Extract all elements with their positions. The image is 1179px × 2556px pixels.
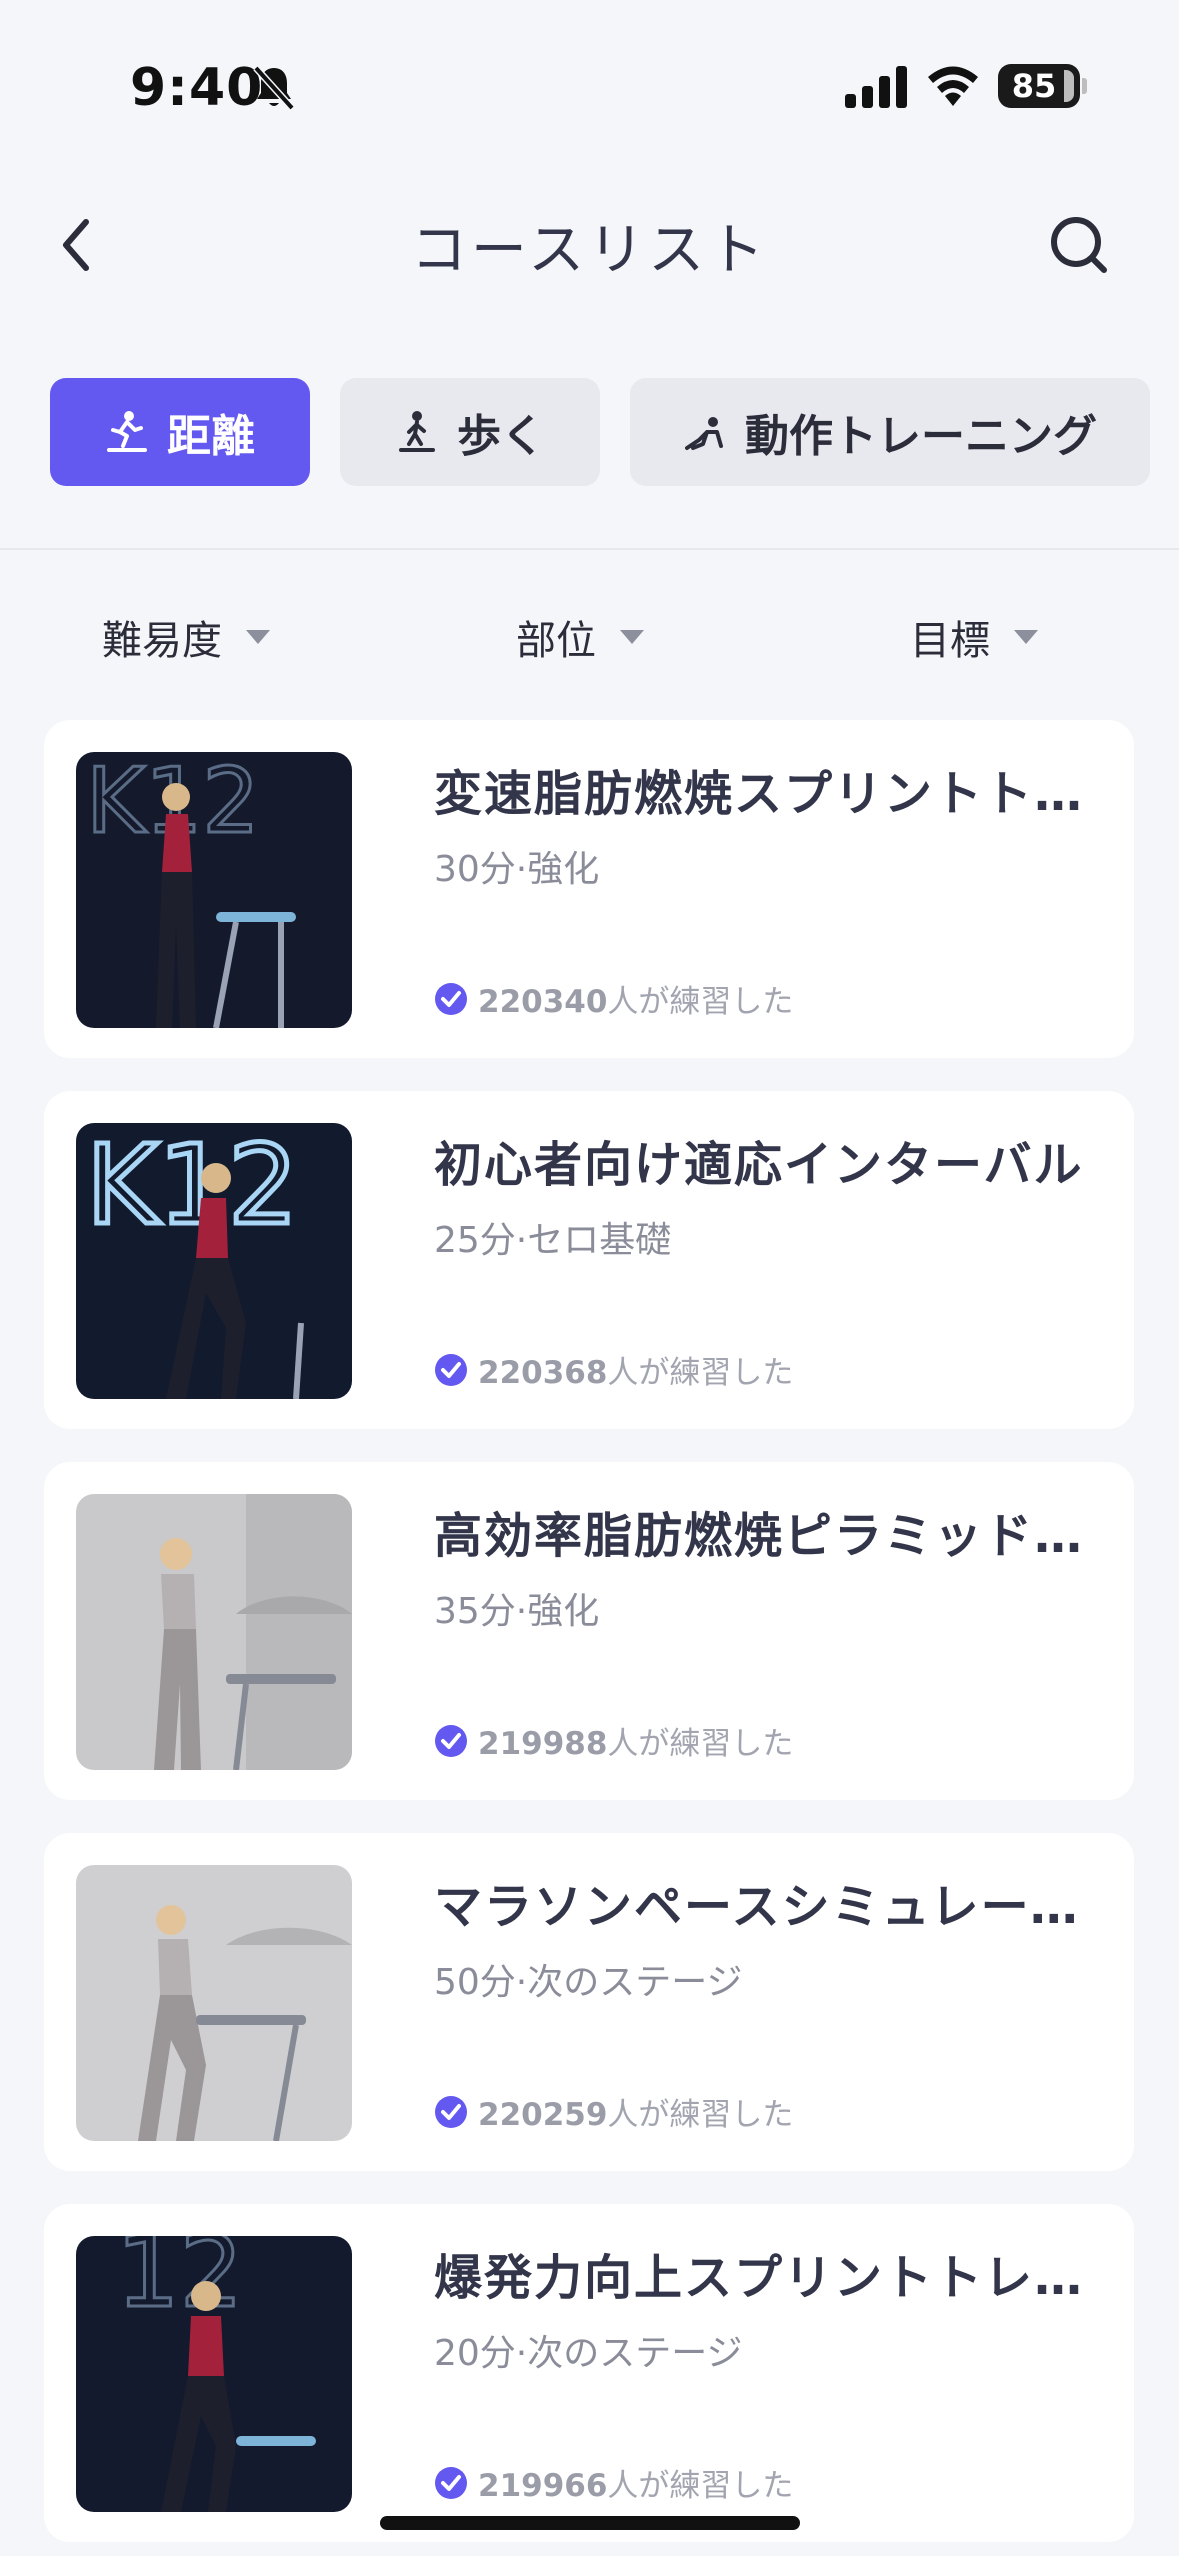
treadmill-run-icon [107,411,147,452]
tab-motion-training[interactable]: 動作トレーニング [630,378,1150,486]
practice-suffix: 人が練習した [607,984,794,1020]
practice-count: 219988人が練習した [434,1718,793,1763]
course-title: マラソンペースシミュレーション [434,1879,1124,1935]
verified-check-icon [435,1724,467,1757]
filter-goal[interactable]: 目標 [910,608,1038,666]
status-bar: 9:40 85 [0,0,1179,170]
treadmill-walk-icon [399,411,435,452]
course-title: 初心者向け適応インターバル [434,1137,1084,1193]
tab-label: 動作トレーニング [745,411,1097,462]
course-meta: 30分·強化 [434,849,600,890]
verified-check-icon [435,1353,467,1386]
course-thumbnail-image: 12 [76,2236,352,2512]
practice-suffix: 人が練習した [607,1726,794,1762]
battery-tip [1082,78,1087,94]
course-thumbnail-image [76,1865,352,2141]
course-meta: 50分·次のステージ [434,1962,743,2003]
course-thumbnail-image [76,1494,352,1770]
cellular-signal-icon [845,66,907,108]
filter-label: 部位 [516,618,596,664]
tab-walk[interactable]: 歩く [340,378,600,486]
practice-suffix: 人が練習した [607,2097,794,2133]
status-time: 9:40 [130,58,264,118]
practice-number: 220368 [478,1355,608,1391]
svg-text:12: 12 [116,2236,243,2330]
practice-number: 220340 [478,984,608,1020]
practice-count: 220340人が練習した [434,976,793,1021]
verified-check-icon [435,982,467,1015]
filter-difficulty[interactable]: 難易度 [102,608,270,666]
course-thumbnail-image: K12 [76,752,352,1028]
filter-label: 難易度 [102,618,222,664]
practice-number: 219966 [478,2468,608,2504]
course-title: 高効率脂肪燃焼ピラミッドトレーニング [434,1508,1124,1564]
training-icon [685,417,723,450]
tab-distance[interactable]: 距離 [50,378,310,486]
course-card[interactable]: マラソンペースシミュレーション 50分·次のステージ 220259人が練習した [44,1833,1134,2171]
search-icon[interactable] [1046,212,1114,280]
practice-count: 220259人が練習した [434,2089,793,2134]
practice-count: 220368人が練習した [434,1347,793,1392]
course-title: 変速脂肪燃焼スプリントトレーニング [434,766,1124,822]
battery-level: 85 [1011,67,1057,105]
course-card[interactable]: 高効率脂肪燃焼ピラミッドトレーニング 35分·強化 219988人が練習した [44,1462,1134,1800]
tab-label: 距離 [167,411,255,462]
svg-text:K12: K12 [86,1123,298,1249]
wifi-icon [928,66,978,106]
course-card[interactable]: K12 初心者向け適応インターバル 25分·セロ基礎 220368人が練習した [44,1091,1134,1429]
bell-muted-icon [253,65,295,111]
caret-down-icon [1014,630,1038,644]
tab-label: 歩く [457,411,545,462]
filter-body-part[interactable]: 部位 [516,608,644,666]
practice-number: 220259 [478,2097,608,2133]
home-indicator[interactable] [380,2516,800,2530]
caret-down-icon [620,630,644,644]
verified-check-icon [435,2095,467,2128]
practice-suffix: 人が練習した [607,1355,794,1391]
course-title: 爆発力向上スプリントトレーニング [434,2250,1124,2306]
filter-label: 目標 [910,618,990,664]
course-meta: 25分·セロ基礎 [434,1220,672,1261]
course-meta: 20分·次のステージ [434,2333,743,2374]
caret-down-icon [246,630,270,644]
course-card[interactable]: 12 爆発力向上スプリントトレーニング 20分·次のステージ 219966人が練… [44,2204,1134,2542]
divider [0,548,1179,550]
practice-suffix: 人が練習した [607,2468,794,2504]
battery-indicator: 85 [998,64,1080,108]
page-title: コースリスト [410,218,769,283]
verified-check-icon [435,2466,467,2499]
course-thumbnail-image: K12 [76,1123,352,1399]
course-meta: 35分·強化 [434,1591,600,1632]
practice-count: 219966人が練習した [434,2460,793,2505]
practice-number: 219988 [478,1726,608,1762]
course-card[interactable]: K12 変速脂肪燃焼スプリントトレーニング 30分·強化 220340人が練習し… [44,720,1134,1058]
